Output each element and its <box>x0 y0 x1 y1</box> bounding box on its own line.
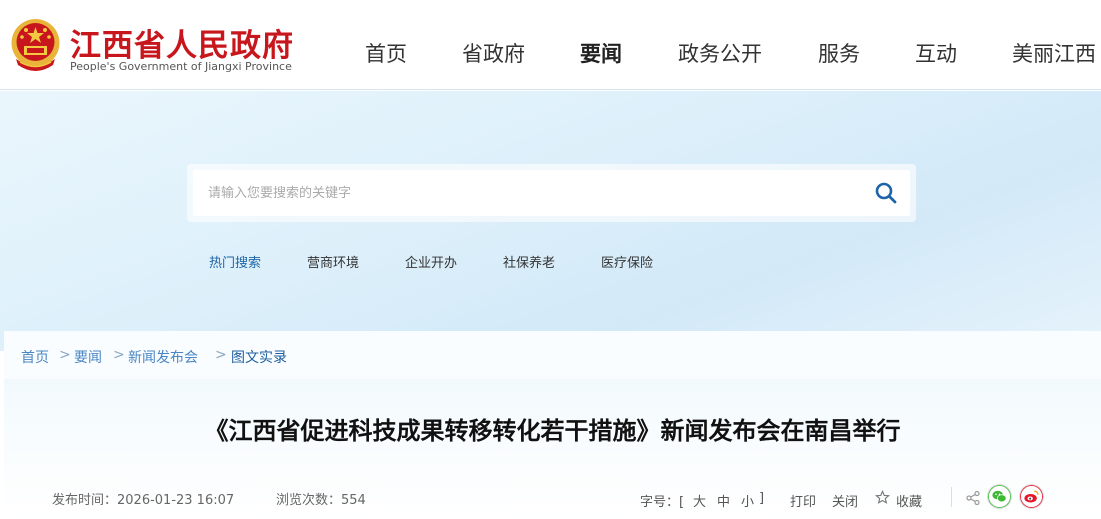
breadcrumb-press-conference[interactable]: 新闻发布会 <box>128 347 198 367</box>
font-size-bracket: ] <box>759 491 765 506</box>
nav-item-news[interactable]: 要闻 <box>580 38 622 68</box>
article-title: 《江西省促进科技成果转移转化若干措施》新闻发布会在南昌举行 <box>204 417 901 445</box>
article-header: 《江西省促进科技成果转移转化若干措施》新闻发布会在南昌举行 发布时间：2026-… <box>4 379 1101 519</box>
nav-item-public-affairs[interactable]: 政务公开 <box>678 38 762 68</box>
star-icon[interactable] <box>875 490 890 505</box>
site-logo-title[interactable]: 江西省人民政府 <box>70 20 294 65</box>
close-button[interactable]: 关闭 <box>832 491 858 510</box>
nav-item-interaction[interactable]: 互动 <box>915 38 957 68</box>
national-emblem-icon[interactable] <box>8 15 63 75</box>
search-input[interactable] <box>193 170 910 216</box>
print-button[interactable]: 打印 <box>790 491 816 510</box>
font-size-label: 字号：[ <box>640 495 685 510</box>
breadcrumb-separator: > <box>113 347 125 363</box>
hot-search-label: 热门搜索 <box>209 256 262 271</box>
search-hero: 热门搜索 营商环境 企业开办 社保养老 医疗保险 <box>0 91 1101 351</box>
hot-search-term[interactable]: 企业开办 <box>405 252 457 271</box>
hot-search-term[interactable]: 社保养老 <box>503 252 555 271</box>
search-box <box>187 164 916 222</box>
favorite-button[interactable]: 收藏 <box>896 491 922 510</box>
breadcrumb-separator: > <box>215 347 227 363</box>
content-panel: 首页 > 要闻 > 新闻发布会 > 图文实录 《江西省促进科技成果转移转化若干措… <box>4 331 1101 519</box>
breadcrumb-news[interactable]: 要闻 <box>74 347 102 367</box>
hot-search-term[interactable]: 营商环境 <box>307 252 359 271</box>
nav-item-beautiful-jiangxi[interactable]: 美丽江西 <box>1012 38 1096 68</box>
search-icon[interactable] <box>874 181 898 205</box>
view-count: 浏览次数：554 <box>276 493 366 508</box>
font-size-small[interactable]: 小 <box>741 491 754 510</box>
divider <box>951 487 952 507</box>
breadcrumb-separator: > <box>59 347 71 363</box>
weibo-share-icon[interactable] <box>1019 484 1044 509</box>
breadcrumb: 首页 > 要闻 > 新闻发布会 > 图文实录 <box>4 331 1101 379</box>
share-icon[interactable] <box>965 490 981 506</box>
hot-search-term[interactable]: 医疗保险 <box>601 252 653 271</box>
font-size-medium[interactable]: 中 <box>717 491 730 510</box>
publish-time: 发布时间：2026-01-23 16:07 <box>52 493 235 508</box>
nav-item-services[interactable]: 服务 <box>818 38 860 68</box>
site-logo-subtitle: People's Government of Jiangxi Province <box>70 60 292 73</box>
wechat-share-icon[interactable] <box>987 484 1012 509</box>
font-size-large[interactable]: 大 <box>693 491 706 510</box>
nav-item-government[interactable]: 省政府 <box>462 38 525 68</box>
site-header: 江西省人民政府 People's Government of Jiangxi P… <box>0 0 1101 90</box>
breadcrumb-home[interactable]: 首页 <box>21 347 49 367</box>
nav-item-home[interactable]: 首页 <box>365 38 407 68</box>
breadcrumb-current[interactable]: 图文实录 <box>231 347 287 367</box>
